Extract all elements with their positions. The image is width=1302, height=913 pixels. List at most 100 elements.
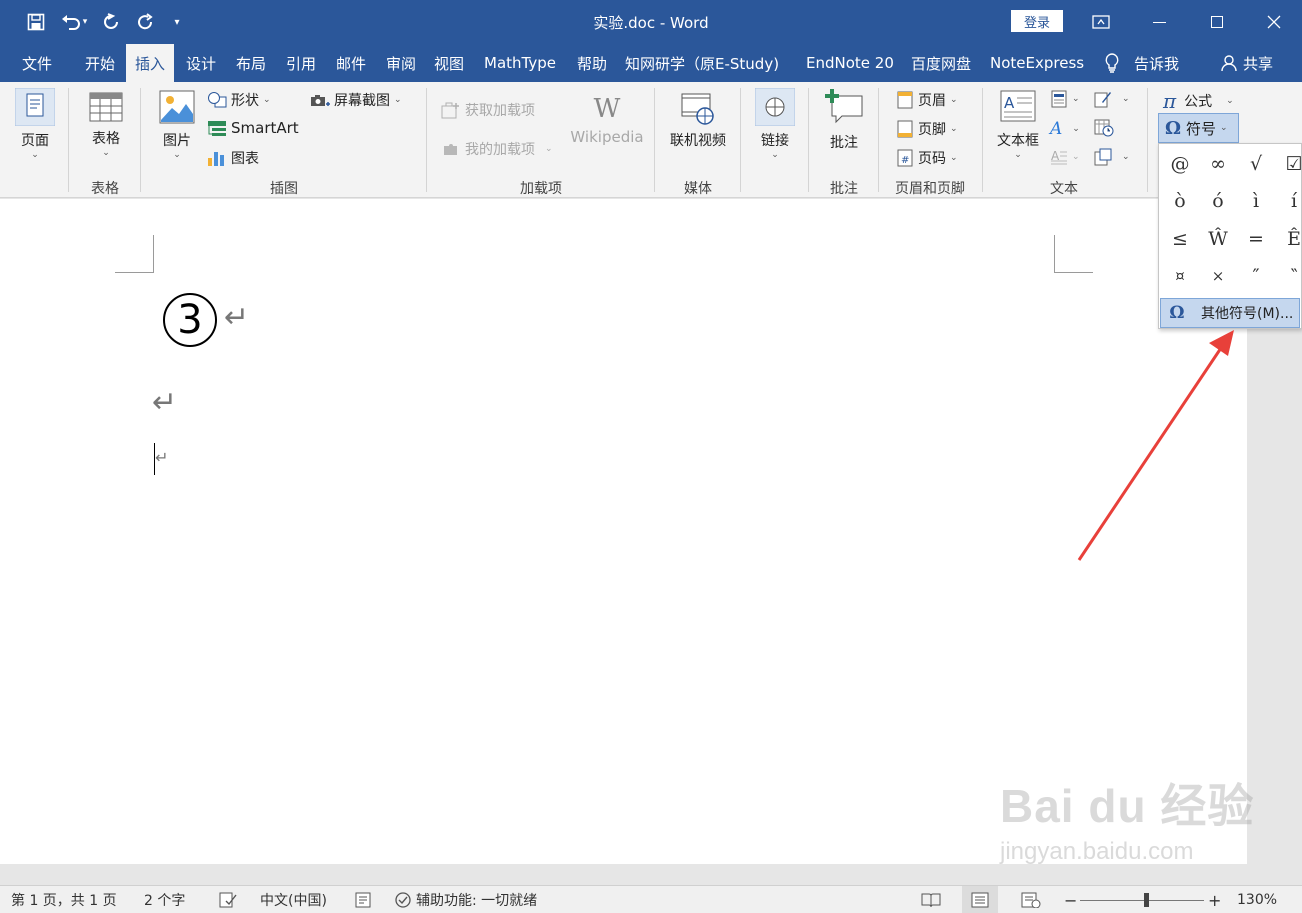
date-time-button[interactable] [1094,119,1114,137]
page-number-button[interactable]: # 页码 ⌄ [896,148,958,168]
get-addins-button[interactable]: 获取加载项 [441,100,535,120]
tab-layout[interactable]: 布局 [236,44,266,82]
tab-home[interactable]: 开始 [76,44,126,82]
page-number-icon: # [897,149,913,167]
symbol-item[interactable]: ó [1199,182,1237,220]
zoom-slider-thumb[interactable] [1144,892,1149,907]
proofing-status[interactable] [219,886,237,913]
refresh-button[interactable] [128,7,162,37]
symbol-item[interactable]: ¤ [1161,257,1199,295]
symbol-item[interactable]: ☑ [1275,145,1302,183]
zoom-slider[interactable] [1080,886,1204,913]
tab-baidu-netdisk[interactable]: 百度网盘 [911,44,971,82]
symbol-item[interactable]: = [1237,220,1275,258]
smartart-label: SmartArt [231,119,299,137]
macro-status[interactable] [355,886,371,913]
comment-button[interactable]: 批注 [822,88,866,152]
drop-cap-button[interactable]: A ⌄ [1050,148,1080,166]
chart-button[interactable]: 图表 [207,148,259,168]
table-dropdown-icon: ⌄ [102,148,110,158]
link-dropdown-icon: ⌄ [771,150,779,160]
redo-button[interactable] [94,7,128,37]
read-mode-button[interactable] [921,886,941,913]
wikipedia-label: Wikipedia [570,128,644,146]
close-button[interactable] [1245,0,1302,44]
symbol-item[interactable]: Ŵ [1199,220,1237,258]
object-button[interactable]: ⌄ [1094,148,1130,166]
zoom-in-button[interactable]: + [1208,886,1221,913]
symbol-item[interactable]: ò [1161,182,1199,220]
tab-cnki-estudy[interactable]: 知网研学（原E-Study) [625,44,779,82]
language-status[interactable]: 中文(中国) [260,886,327,913]
web-layout-button[interactable] [1021,886,1041,913]
quick-parts-button[interactable]: ⌄ [1050,90,1080,108]
tab-review[interactable]: 审阅 [386,44,416,82]
page-button[interactable]: 页面 ⌄ [13,88,57,160]
minimize-button[interactable] [1131,0,1188,44]
equation-button[interactable]: π 公式 ⌄ [1163,89,1234,113]
tab-design[interactable]: 设计 [186,44,216,82]
symbol-button[interactable]: Ω 符号 ⌄ [1158,113,1239,143]
zoom-level[interactable]: 130% [1237,886,1277,913]
wikipedia-button[interactable]: W Wikipedia [568,94,646,146]
ribbon-display-options-button[interactable] [1072,0,1129,44]
object-dropdown-icon: ⌄ [1122,152,1130,162]
tab-mailings[interactable]: 邮件 [336,44,366,82]
symbol-item[interactable]: @ [1161,145,1199,183]
shapes-button[interactable]: 形状 ⌄ [207,90,271,110]
wordart-button[interactable]: A ⌄ [1050,119,1080,139]
symbol-item[interactable]: × [1199,257,1237,295]
symbol-item[interactable]: ì [1237,182,1275,220]
online-video-button[interactable]: 联机视频 [666,92,730,150]
circled-number-three[interactable]: 3 [163,293,217,347]
maximize-button[interactable] [1188,0,1245,44]
page-count-status[interactable]: 第 1 页，共 1 页 [11,886,117,913]
textbox-button[interactable]: A 文本框 ⌄ [994,90,1042,160]
zoom-out-button[interactable]: − [1064,886,1077,913]
symbol-item[interactable]: Ê [1275,220,1302,258]
footer-button[interactable]: 页脚 ⌄ [896,119,958,139]
tab-noteexpress[interactable]: NoteExpress [990,44,1084,82]
tab-references[interactable]: 引用 [286,44,316,82]
tell-me-search[interactable]: 告诉我 [1104,44,1179,82]
undo-dropdown-icon[interactable]: ▾ [83,17,88,27]
more-symbols-button[interactable]: Ω 其他符号(M)... [1160,298,1300,328]
symbol-item[interactable]: ≤ [1161,220,1199,258]
login-button[interactable]: 登录 [1011,10,1063,32]
symbol-item[interactable]: ‶ [1275,257,1302,295]
signature-line-button[interactable]: ⌄ [1094,90,1130,108]
symbol-item[interactable]: √ [1237,145,1275,183]
tab-help[interactable]: 帮助 [577,44,607,82]
customize-qat-button[interactable]: ▾ [162,7,192,37]
tab-mathtype[interactable]: MathType [484,44,556,82]
my-addins-button[interactable]: 我的加载项 ⌄ [441,139,553,159]
undo-button[interactable]: ▾ [54,7,94,37]
save-button[interactable] [18,7,54,37]
accessibility-status[interactable]: 辅助功能: 一切就绪 [394,886,537,913]
get-addins-label: 获取加载项 [465,103,535,119]
group-label-header-footer: 页眉和页脚 [895,181,965,197]
save-icon [27,13,45,31]
tab-view[interactable]: 视图 [434,44,464,82]
smartart-button[interactable]: SmartArt [207,119,299,137]
share-button[interactable]: 共享 [1221,44,1273,82]
table-button[interactable]: 表格 ⌄ [84,92,128,158]
word-count-status[interactable]: 2 个字 [144,886,185,913]
picture-button[interactable]: 图片 ⌄ [156,90,198,160]
symbol-item[interactable]: í [1275,182,1302,220]
print-layout-icon [971,892,989,908]
wordart-dropdown-icon: ⌄ [1072,124,1080,134]
header-button[interactable]: 页眉 ⌄ [896,90,958,110]
footer-icon [897,120,913,138]
tab-endnote[interactable]: EndNote 20 [806,44,894,82]
symbol-item[interactable]: ″ [1237,257,1275,295]
symbol-item[interactable]: ∞ [1199,145,1237,183]
ribbon: 页面 ⌄ 表格 ⌄ 表格 图片 ⌄ 形状 ⌄ SmartArt 图表 屏幕截图 … [0,82,1302,198]
pi-icon: π [1163,89,1177,113]
link-button[interactable]: 链接 ⌄ [753,88,797,160]
screenshot-button[interactable]: 屏幕截图 ⌄ [310,90,402,110]
tab-file[interactable]: 文件 [10,44,66,82]
tab-insert[interactable]: 插入 [126,44,174,82]
print-layout-button[interactable] [962,886,998,913]
shapes-label: 形状 [231,93,259,109]
